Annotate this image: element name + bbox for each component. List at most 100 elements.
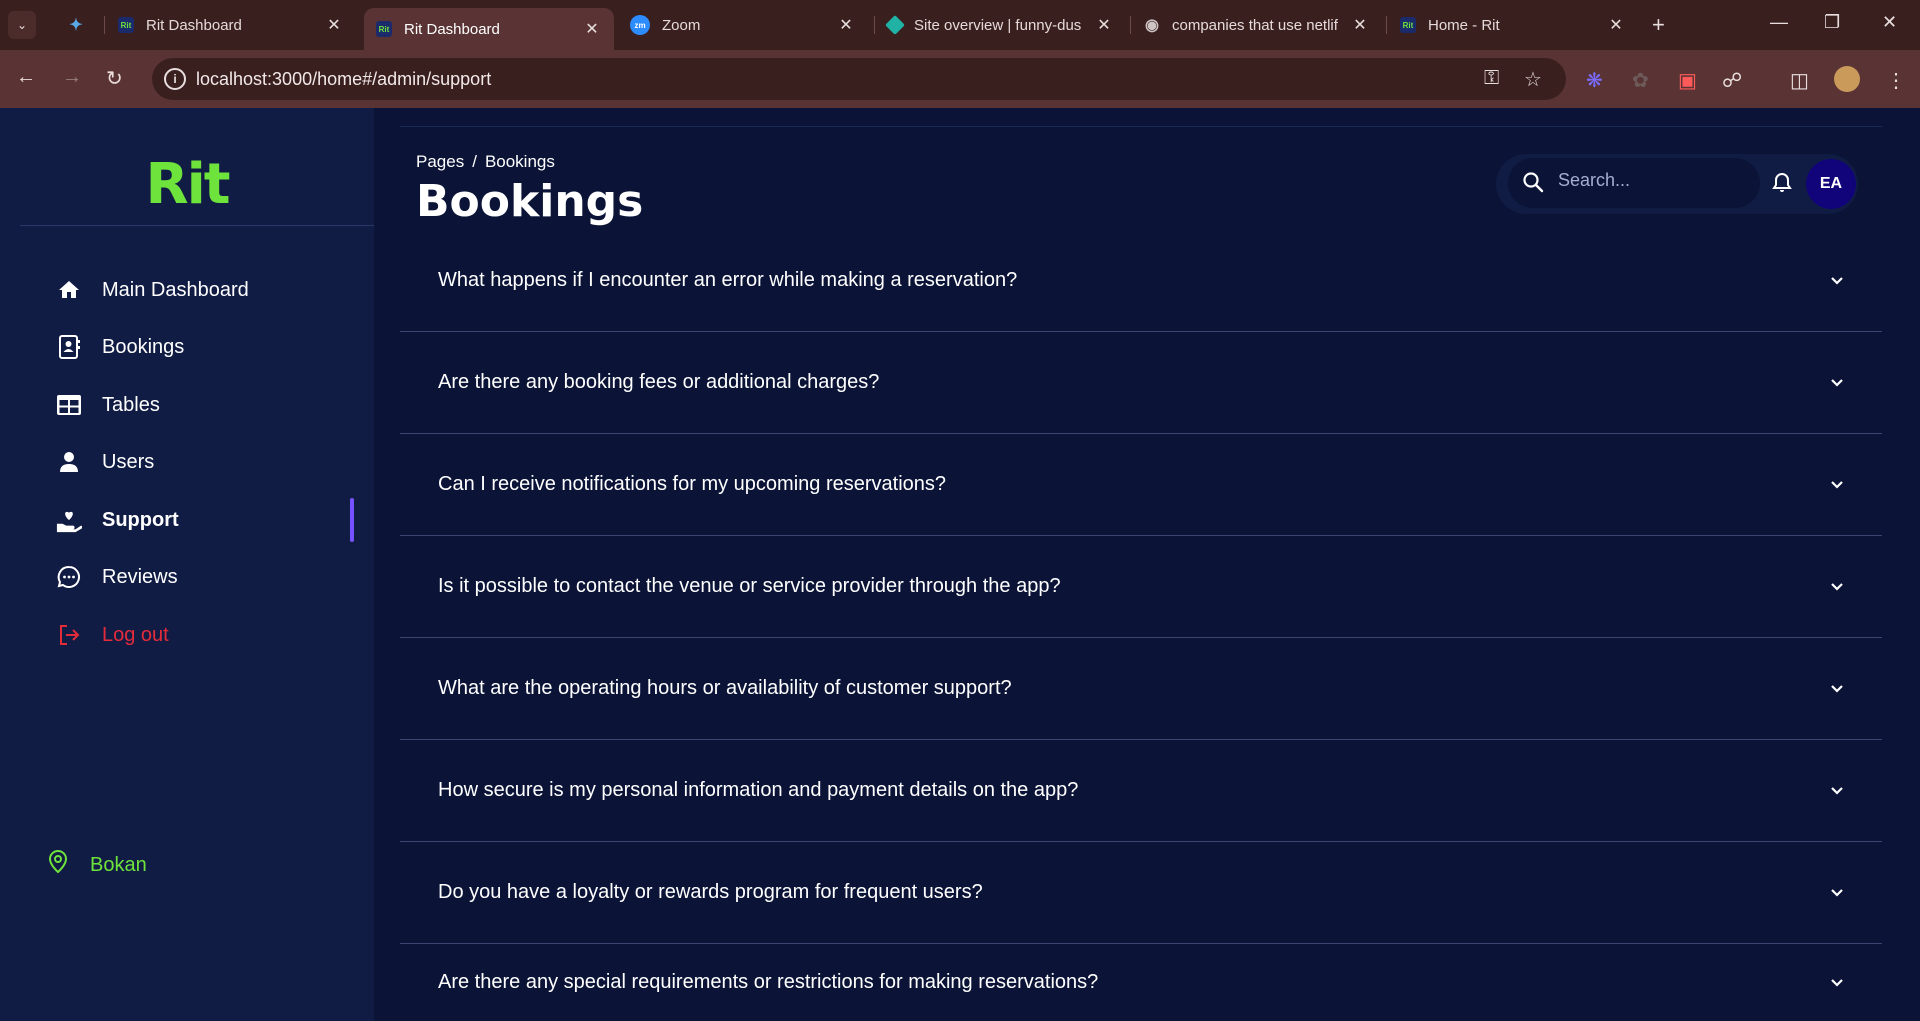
forward-icon[interactable]: →: [62, 66, 82, 89]
reload-icon[interactable]: ↻: [106, 66, 123, 91]
sidebar-item-label: Support: [102, 508, 179, 531]
faq-item[interactable]: Are there any special requirements or re…: [400, 944, 1882, 1021]
faq-item[interactable]: How secure is my personal information an…: [400, 740, 1882, 842]
faq-question: Are there any special requirements or re…: [438, 971, 1099, 993]
sidebar-item-label: Reviews: [102, 565, 178, 588]
faq-question: What are the operating hours or availabi…: [438, 677, 1012, 699]
breadcrumb-current[interactable]: Bookings: [485, 152, 555, 171]
faq-question: Do you have a loyalty or rewards program…: [438, 881, 983, 903]
tab-pinned[interactable]: ✦: [56, 8, 104, 42]
chevron-down-icon[interactable]: [1830, 576, 1844, 597]
site-info-icon[interactable]: i: [164, 68, 186, 90]
zoom-favicon-icon: zm: [630, 15, 650, 35]
close-tab-icon[interactable]: ✕: [836, 15, 856, 35]
sidebar-item-users[interactable]: Users: [56, 442, 374, 482]
sidebar-item-bookings[interactable]: Bookings: [56, 327, 374, 367]
sidebar-item-reviews[interactable]: Reviews: [56, 557, 374, 597]
sidebar-item-label: Users: [102, 450, 155, 473]
faq-item[interactable]: Is it possible to contact the venue or s…: [400, 536, 1882, 638]
breadcrumb: Pages / Bookings: [416, 152, 563, 172]
active-indicator: [350, 498, 354, 542]
divider: [20, 225, 374, 226]
faq-item[interactable]: What happens if I encounter an error whi…: [400, 230, 1882, 332]
bell-icon[interactable]: [1772, 172, 1792, 199]
sidebar-item-logout[interactable]: Log out: [56, 615, 374, 655]
side-panel-icon[interactable]: ◫: [1790, 68, 1809, 93]
search-input[interactable]: [1558, 170, 1748, 191]
tab-home-rit[interactable]: Rit Home - Rit ✕: [1388, 8, 1638, 42]
home-icon: [56, 277, 82, 303]
tab-rit-dashboard-active[interactable]: Rit Rit Dashboard ✕: [364, 8, 614, 50]
breadcrumb-root[interactable]: Pages: [416, 152, 464, 171]
close-tab-icon[interactable]: ✕: [1350, 15, 1370, 35]
extensions-puzzle-icon[interactable]: ☍: [1722, 68, 1742, 93]
close-window-button[interactable]: ✕: [1882, 12, 1897, 33]
sidebar-item-label: Log out: [102, 623, 169, 646]
browser-tab-bar: ⌄ ✦ Rit Rit Dashboard ✕ Rit Rit Dashboar…: [0, 0, 1920, 50]
browser-menu-icon[interactable]: ⋮: [1886, 68, 1906, 93]
close-tab-icon[interactable]: ✕: [324, 15, 344, 35]
netlify-favicon-icon: [885, 15, 905, 35]
sidebar-item-label: Main Dashboard: [102, 278, 249, 301]
sidebar-item-support[interactable]: Support: [56, 500, 374, 540]
chevron-down-icon[interactable]: [1830, 474, 1844, 495]
search-icon: [1522, 171, 1544, 198]
faq-item[interactable]: What are the operating hours or availabi…: [400, 638, 1882, 740]
app-logo[interactable]: Rit: [0, 152, 374, 217]
rit-favicon-icon: Rit: [376, 21, 392, 37]
faq-item[interactable]: Are there any booking fees or additional…: [400, 332, 1882, 434]
back-icon[interactable]: ←: [16, 66, 36, 89]
tab-rit-dashboard-1[interactable]: Rit Rit Dashboard ✕: [106, 8, 356, 42]
key-icon[interactable]: ⚿: [1484, 67, 1499, 90]
table-icon: [56, 392, 82, 418]
user-icon: [56, 449, 82, 475]
faq-question: Can I receive notifications for my upcom…: [438, 473, 947, 495]
search-field[interactable]: [1508, 158, 1760, 208]
tab-search-button[interactable]: ⌄: [8, 11, 36, 39]
location-label: Bokan: [90, 853, 147, 876]
chevron-down-icon[interactable]: [1830, 780, 1844, 801]
tab-title: Zoom: [662, 16, 701, 34]
extension-icon[interactable]: ✿: [1632, 68, 1649, 93]
bookmark-star-icon[interactable]: ☆: [1524, 67, 1542, 92]
extension-icon[interactable]: ❋: [1586, 68, 1603, 93]
minimize-button[interactable]: —: [1770, 12, 1788, 33]
chevron-down-icon[interactable]: [1830, 972, 1844, 993]
close-tab-icon[interactable]: ✕: [582, 19, 602, 39]
sidebar-item-main-dashboard[interactable]: Main Dashboard: [56, 270, 374, 310]
tab-title: Rit Dashboard: [146, 16, 242, 34]
close-tab-icon[interactable]: ✕: [1606, 15, 1626, 35]
hand-heart-icon: [56, 507, 82, 533]
chevron-down-icon[interactable]: [1830, 882, 1844, 903]
sidebar-item-label: Tables: [102, 393, 160, 416]
avatar[interactable]: EA: [1806, 159, 1856, 209]
tab-netlify[interactable]: Site overview | funny-dus ✕: [876, 8, 1126, 42]
tab-title: Site overview | funny-dus: [914, 16, 1082, 34]
chevron-down-icon[interactable]: [1830, 678, 1844, 699]
faq-item[interactable]: Do you have a loyalty or rewards program…: [400, 842, 1882, 944]
chevron-down-icon[interactable]: [1830, 270, 1844, 291]
close-tab-icon[interactable]: ✕: [1094, 15, 1114, 35]
rit-favicon-icon: Rit: [1400, 17, 1416, 33]
profile-avatar[interactable]: [1834, 66, 1860, 92]
faq-question: Is it possible to contact the venue or s…: [438, 575, 1061, 597]
page-title: Bookings: [416, 176, 644, 227]
sidebar-item-label: Bookings: [102, 335, 185, 358]
extension-icon[interactable]: ▣: [1678, 68, 1697, 93]
tab-title: Home - Rit: [1428, 16, 1500, 34]
new-tab-button[interactable]: +: [1652, 12, 1665, 38]
tab-divider: [1130, 16, 1131, 34]
faq-question: Are there any booking fees or additional…: [438, 371, 880, 393]
url-text[interactable]: localhost:3000/home#/admin/support: [196, 69, 491, 90]
chevron-down-icon[interactable]: [1830, 372, 1844, 393]
rit-favicon-icon: Rit: [118, 17, 134, 33]
feather-icon: ✦: [69, 17, 83, 34]
sidebar-item-tables[interactable]: Tables: [56, 385, 374, 425]
restore-button[interactable]: ❐: [1824, 12, 1840, 33]
location-indicator: Bokan: [48, 849, 147, 880]
address-bar[interactable]: i localhost:3000/home#/admin/support ⚿ ☆: [152, 58, 1566, 100]
tab-zoom[interactable]: zm Zoom ✕: [618, 8, 868, 42]
faq-item[interactable]: Can I receive notifications for my upcom…: [400, 434, 1882, 536]
faq-question: What happens if I encounter an error whi…: [438, 269, 1018, 291]
tab-companies[interactable]: ◉ companies that use netlif ✕: [1132, 8, 1382, 42]
